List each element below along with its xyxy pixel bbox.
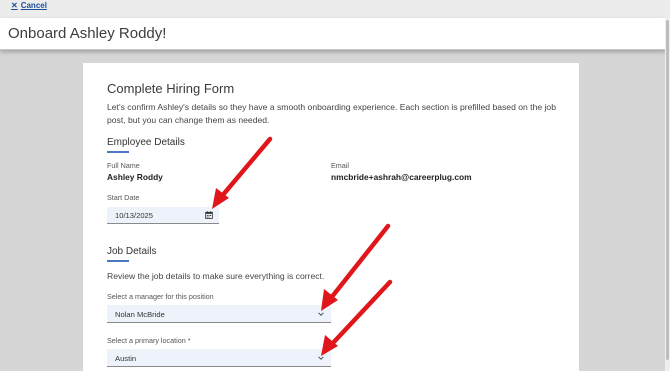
hiring-form-card: Complete Hiring Form Let's confirm Ashle… [83, 63, 579, 371]
close-icon: ✕ [11, 1, 18, 10]
review-text: Review the job details to make sure ever… [107, 271, 325, 281]
manager-select[interactable]: Nolan McBride [107, 305, 331, 323]
form-intro: Let's confirm Ashley's details so they h… [107, 102, 556, 125]
cancel-label: Cancel [20, 1, 47, 10]
chevron-down-icon [318, 312, 324, 316]
section-underline [107, 260, 129, 262]
job-details-heading: Job Details [107, 246, 157, 257]
email-label: Email [331, 161, 349, 170]
start-date-input[interactable]: 10/13/2025 [107, 207, 219, 224]
location-label: Select a primary location * [107, 336, 191, 345]
section-underline [107, 151, 129, 153]
form-title: Complete Hiring Form [107, 81, 235, 96]
start-date-value: 10/13/2025 [115, 211, 154, 220]
employee-details-heading: Employee Details [107, 137, 185, 148]
page-header: Onboard Ashley Roddy! [0, 18, 666, 50]
page-title: Onboard Ashley Roddy! [8, 25, 167, 42]
full-name-value: Ashley Roddy [107, 172, 163, 182]
chevron-down-icon [318, 356, 324, 360]
calendar-icon[interactable] [205, 211, 213, 219]
scrollbar-thumb[interactable] [666, 20, 669, 360]
full-name-label: Full Name [107, 161, 140, 170]
location-value: Austin [115, 354, 137, 363]
start-date-label: Start Date [107, 193, 140, 202]
cancel-link[interactable]: ✕ Cancel [11, 1, 47, 10]
email-value: nmcbride+ashrah@careerplug.com [331, 172, 472, 182]
manager-label: Select a manager for this position [107, 292, 214, 301]
top-bar: ✕ Cancel [0, 0, 670, 18]
manager-value: Nolan McBride [115, 310, 165, 319]
scrollbar[interactable] [665, 18, 670, 371]
location-select[interactable]: Austin [107, 349, 331, 367]
